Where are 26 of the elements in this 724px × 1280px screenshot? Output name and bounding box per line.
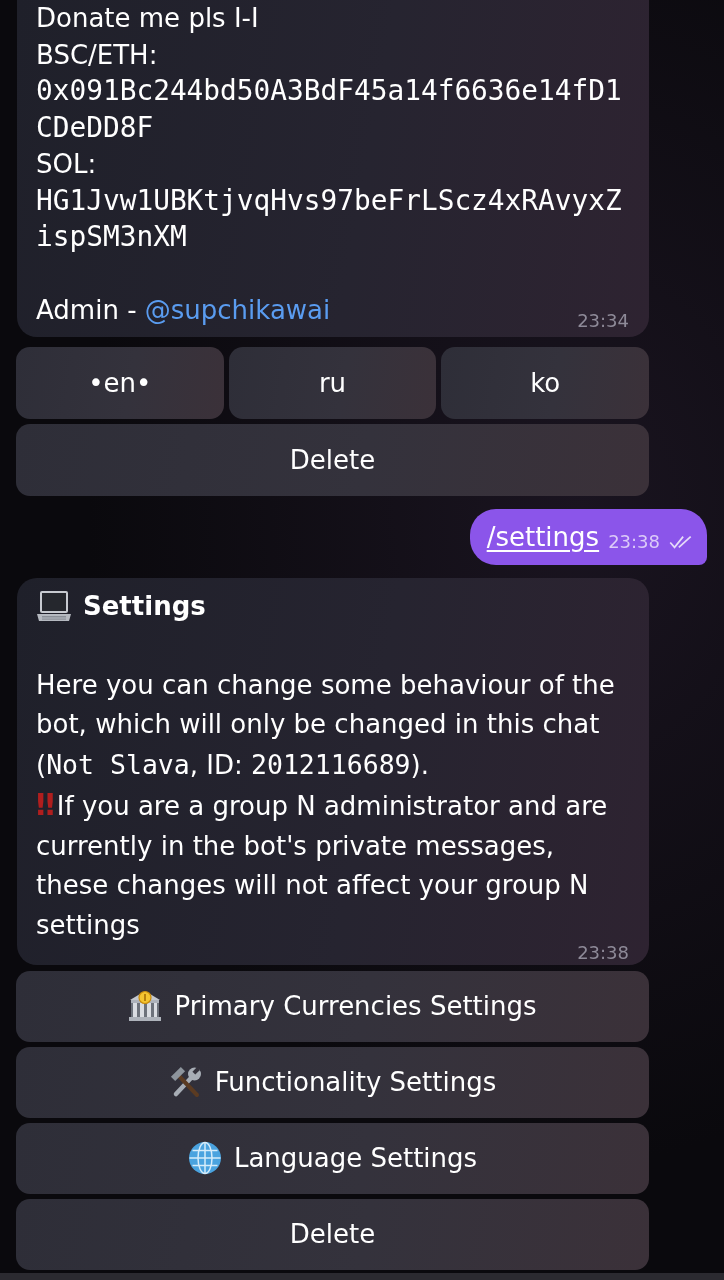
globe-icon	[187, 1141, 222, 1176]
inline-button[interactable]: Delete	[16, 1198, 649, 1270]
wallet-address: HG1Jvw1UBKtjvqHvs97beFrLScz4xRAvyxZispSM3nXM	[36, 182, 623, 255]
inline-button[interactable]: Functionality Settings	[16, 1046, 649, 1118]
message-text: BSC/ETH:	[36, 38, 159, 72]
message-time: 23:38	[577, 943, 629, 962]
username-link[interactable]: @supchikawai	[144, 295, 331, 325]
signature-text: Admin - @supchikawai	[36, 295, 331, 325]
message-text: Here you can change some behaviour of the bot, which will only be changed in this chat (Not Slava, ID: 2012116689).	[36, 669, 615, 780]
inline-button[interactable]: Primary Currencies Settings	[16, 970, 649, 1042]
message-time: 23:38	[608, 531, 660, 552]
laptop-icon	[36, 588, 72, 623]
wallet-address: 0x091Bc244bd50A3BdF45a14f6636e14fD1CDeDD8F	[36, 73, 623, 146]
inline-button[interactable]: •en•	[16, 346, 224, 419]
message-title: Settings	[83, 589, 206, 623]
command-link[interactable]: /settings	[486, 521, 600, 552]
inline-button[interactable]: Delete	[16, 423, 649, 496]
inline-button[interactable]: ru	[228, 346, 437, 419]
message-time: 23:34	[577, 309, 629, 332]
message-text: Donate me pls I-I	[36, 2, 260, 35]
hammer-wrench-icon	[168, 1065, 203, 1100]
inline-button[interactable]: ko	[441, 346, 649, 419]
inline-button[interactable]: Language Settings	[16, 1122, 649, 1194]
message-text: SOL:	[36, 148, 98, 181]
bank-icon	[128, 989, 163, 1024]
message-text: ‼If you are a group N administrator and are currently in the bot's private messages, these changes will not affect your group N settings	[36, 791, 608, 941]
